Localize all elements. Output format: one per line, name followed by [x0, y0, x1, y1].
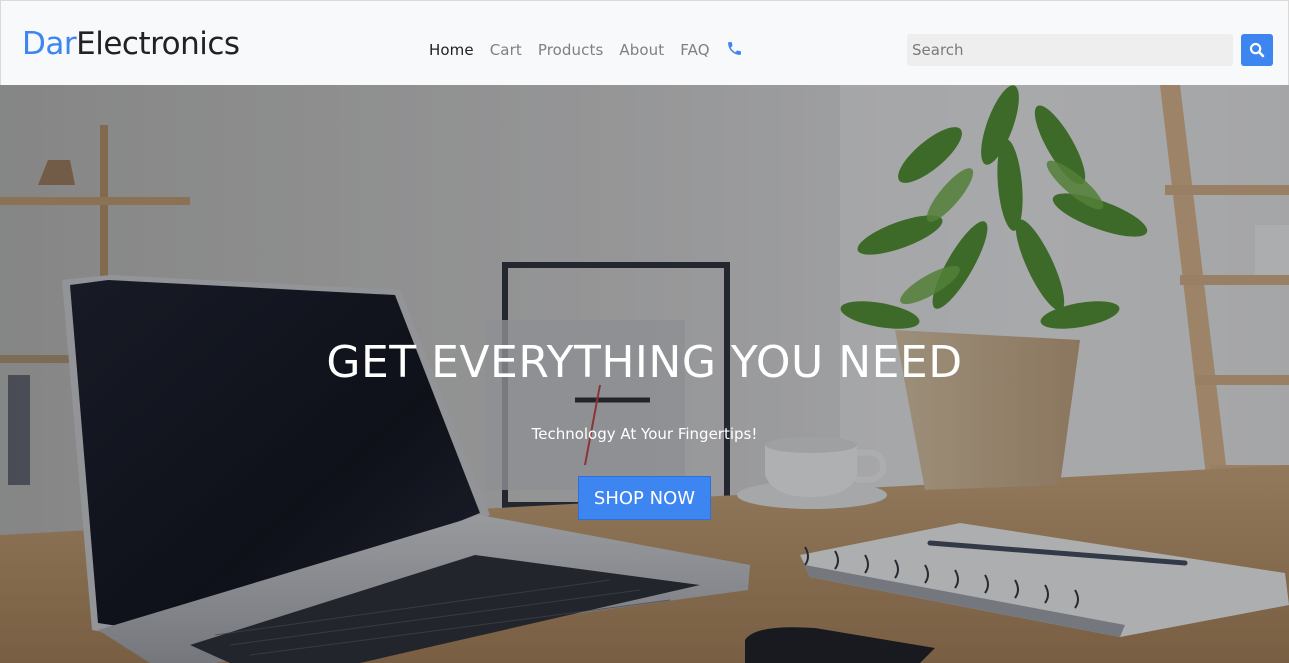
nav-link-about[interactable]: About	[619, 41, 664, 59]
nav-item-phone	[726, 39, 743, 61]
phone-icon	[727, 42, 741, 55]
search-form	[907, 34, 1273, 66]
nav-item-home: Home	[429, 39, 474, 61]
main-nav: Home Cart Products About FAQ	[429, 38, 759, 62]
search-input[interactable]	[907, 34, 1233, 66]
nav-link-faq[interactable]: FAQ	[680, 41, 709, 59]
nav-item-cart: Cart	[490, 39, 522, 61]
hero-subtitle: Technology At Your Fingertips!	[531, 425, 758, 443]
nav-item-faq: FAQ	[680, 39, 709, 61]
brand-accent: Dar	[22, 26, 77, 62]
search-button[interactable]	[1241, 34, 1273, 66]
nav-link-cart[interactable]: Cart	[490, 41, 522, 59]
nav-item-about: About	[619, 39, 664, 61]
brand-name: Electronics	[76, 26, 240, 62]
brand-logo[interactable]: DarElectronics	[22, 25, 240, 63]
phone-link[interactable]	[726, 41, 743, 59]
search-icon	[1249, 42, 1265, 58]
nav-link-products[interactable]: Products	[538, 41, 604, 59]
nav-item-products: Products	[538, 39, 604, 61]
hero-section: GET EVERYTHING YOU NEED Technology At Yo…	[0, 85, 1289, 663]
hero-title: GET EVERYTHING YOU NEED	[326, 337, 963, 388]
navbar: DarElectronics Home Cart Products About …	[0, 0, 1289, 85]
nav-link-home[interactable]: Home	[429, 41, 474, 59]
shop-now-button[interactable]: SHOP NOW	[578, 476, 711, 520]
